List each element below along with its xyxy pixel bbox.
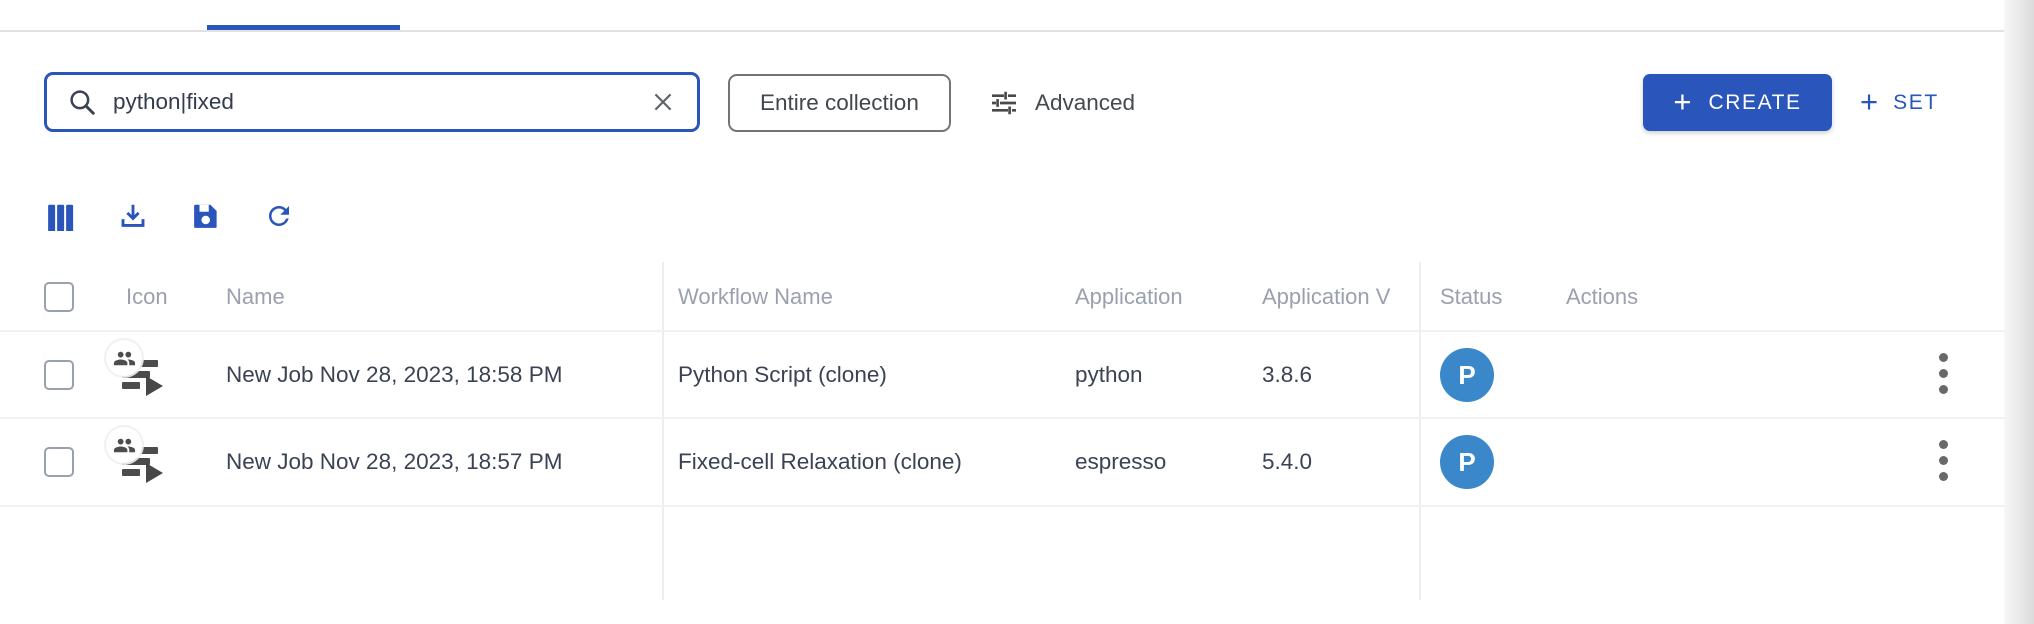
column-header-icon[interactable]: Icon	[126, 284, 168, 310]
shared-group-badge-icon	[106, 427, 142, 463]
entire-collection-button[interactable]: Entire collection	[728, 74, 951, 132]
scrollbar-track[interactable]	[2004, 0, 2034, 624]
set-button[interactable]: + SET	[1860, 74, 1939, 131]
job-icon	[106, 423, 164, 487]
status-badge: P	[1440, 348, 1494, 402]
column-header-name[interactable]: Name	[226, 284, 285, 310]
job-icon	[106, 336, 164, 400]
row-checkbox[interactable]	[44, 360, 74, 390]
application: python	[1075, 362, 1143, 388]
column-header-application[interactable]: Application	[1075, 284, 1183, 310]
row-checkbox[interactable]	[44, 447, 74, 477]
download-icon[interactable]	[117, 200, 149, 232]
save-icon[interactable]	[190, 200, 222, 232]
columns-icon[interactable]	[44, 200, 76, 232]
create-button[interactable]: + CREATE	[1643, 74, 1832, 131]
column-header-application-version[interactable]: Application V	[1262, 284, 1417, 310]
row-divider	[0, 417, 2004, 419]
column-header-workflow-name[interactable]: Workflow Name	[678, 284, 833, 310]
workflow-name: Fixed-cell Relaxation (clone)	[678, 449, 962, 475]
search-icon	[67, 87, 97, 117]
clear-search-icon[interactable]	[649, 88, 677, 116]
plus-icon: +	[1673, 86, 1691, 117]
column-divider	[1419, 262, 1421, 600]
select-all-checkbox[interactable]	[44, 282, 74, 312]
job-name: New Job Nov 28, 2023, 18:58 PM	[226, 362, 562, 388]
application: espresso	[1075, 449, 1166, 475]
play-icon	[146, 376, 163, 396]
header-divider	[0, 30, 2004, 32]
tune-icon	[988, 87, 1020, 119]
column-header-status[interactable]: Status	[1440, 284, 1502, 310]
table-toolbar	[44, 200, 295, 232]
row-divider	[0, 505, 2004, 507]
row-actions-menu-icon[interactable]	[1937, 353, 1949, 394]
set-label: SET	[1893, 91, 1939, 115]
entire-collection-label: Entire collection	[760, 90, 919, 116]
play-icon	[146, 463, 163, 483]
search-input[interactable]	[113, 89, 633, 115]
shared-group-badge-icon	[106, 340, 142, 376]
application-version: 3.8.6	[1262, 362, 1312, 388]
application-version: 5.4.0	[1262, 449, 1312, 475]
refresh-icon[interactable]	[263, 200, 295, 232]
column-divider	[662, 262, 664, 600]
row-actions-menu-icon[interactable]	[1937, 440, 1949, 481]
search-box[interactable]	[44, 72, 700, 132]
plus-icon: +	[1860, 86, 1878, 117]
status-badge: P	[1440, 435, 1494, 489]
workflow-name: Python Script (clone)	[678, 362, 887, 388]
job-name: New Job Nov 28, 2023, 18:57 PM	[226, 449, 562, 475]
create-label: CREATE	[1708, 91, 1801, 115]
column-header-actions[interactable]: Actions	[1566, 284, 1638, 310]
row-divider	[0, 330, 2004, 332]
advanced-filter-button[interactable]: Advanced	[988, 74, 1135, 132]
advanced-label: Advanced	[1035, 90, 1135, 116]
